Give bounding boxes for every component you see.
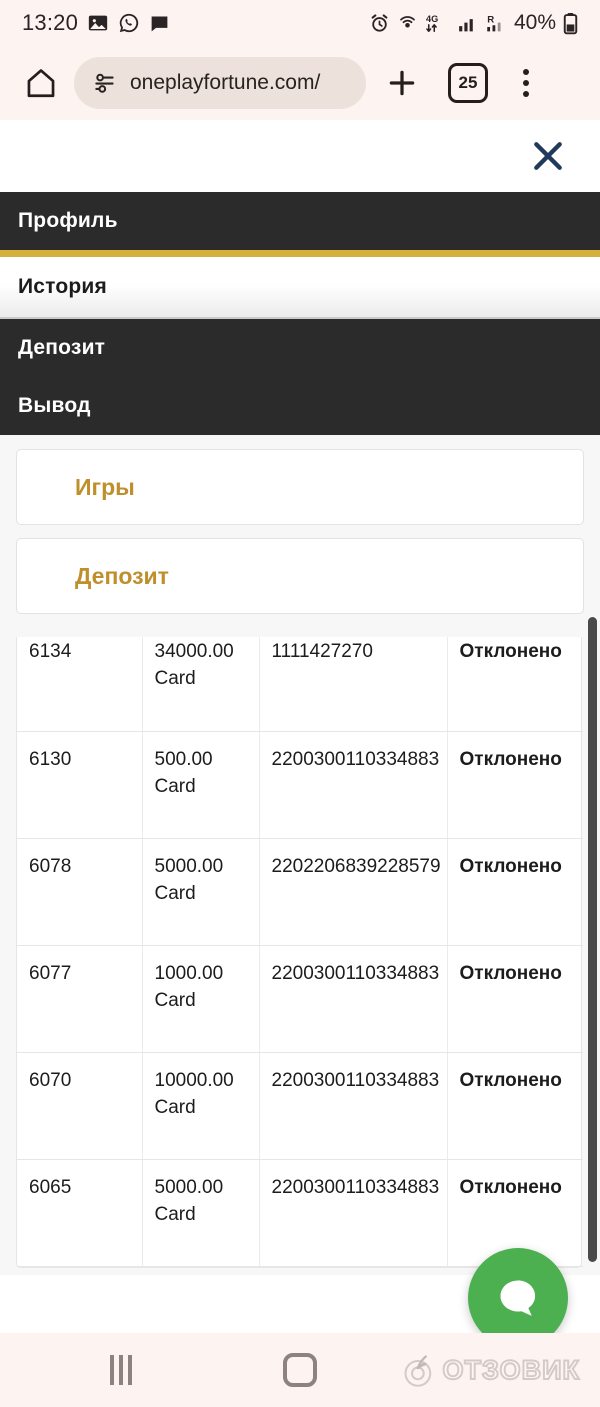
cell-id: 6077 <box>17 945 143 1053</box>
new-tab-button[interactable] <box>376 57 428 109</box>
payment-method: Card <box>154 668 196 689</box>
nav-item-label: Депозит <box>18 336 106 359</box>
web-page-content: Профиль История Депозит Вывод Игры Депоз… <box>0 120 600 1333</box>
svg-text:4G: 4G <box>426 14 438 24</box>
payment-method: Card <box>154 1203 196 1225</box>
battery-icon <box>563 12 578 35</box>
transactions-table-wrapper[interactable]: 6134 34000.00 Card 1111427270 Отклонено 6… <box>0 637 600 1275</box>
table-row[interactable]: 6077 1000.00 Card 2200300110334883 Отклон… <box>17 945 583 1053</box>
cell-id: 6070 <box>17 1052 143 1160</box>
site-settings-icon[interactable] <box>92 70 118 96</box>
amount-value: 1000.00 <box>154 962 224 984</box>
cell-id: 6134 <box>17 637 143 732</box>
card-deposit[interactable]: Депозит <box>16 538 584 614</box>
android-nav-bar: ОТЗОВИК <box>0 1333 600 1407</box>
tab-counter-button[interactable]: 25 <box>448 63 488 103</box>
nav-item-deposit[interactable]: Депозит <box>0 319 600 377</box>
transactions-table-body: 6134 34000.00 Card 1111427270 Отклонено 6… <box>17 637 583 1267</box>
table-row[interactable]: 6130 500.00 Card 2200300110334883 Отклоне… <box>17 731 583 839</box>
cell-amount: 10000.00 Card <box>142 1052 260 1160</box>
cell-account: 2200300110334883 <box>259 1052 448 1160</box>
svg-text:R: R <box>487 14 494 25</box>
transactions-table-card: 6134 34000.00 Card 1111427270 Отклонено 6… <box>16 637 583 1268</box>
nav-item-label: Профиль <box>18 209 118 232</box>
table-row[interactable]: 6078 5000.00 Card 2202206839228579 Отклон… <box>17 838 583 946</box>
mobile-data-icon: 4G <box>425 12 449 34</box>
cell-account: 2200300110334883 <box>259 731 448 839</box>
section-cards: Игры Депозит <box>0 435 600 637</box>
amount-value: 5000.00 <box>154 855 224 877</box>
amount-value: 34000.00 <box>154 641 234 662</box>
cell-amount: 34000.00 Card <box>142 637 260 732</box>
battery-percent-label: 40% <box>513 11 556 34</box>
accent-divider <box>0 250 600 257</box>
cell-amount: 5000.00 Card <box>142 838 260 946</box>
browser-toolbar: oneplayfortune.com/ 25 <box>0 46 600 120</box>
status-bar-right: 4G R 40% <box>369 11 578 35</box>
whatsapp-icon <box>118 12 140 34</box>
close-icon[interactable] <box>528 136 568 176</box>
otzovik-watermark-text: ОТЗОВИК <box>442 1354 580 1386</box>
table-row[interactable]: 6065 5000.00 Card 2200300110334883 Отклон… <box>17 1159 583 1267</box>
nav-item-withdraw[interactable]: Вывод <box>0 377 600 435</box>
table-row[interactable]: 6134 34000.00 Card 1111427270 Отклонено <box>17 637 583 732</box>
cell-status: Отклонено <box>447 838 583 946</box>
cell-status: Отклонено <box>447 731 583 839</box>
url-text: oneplayfortune.com/ <box>130 71 321 94</box>
home-circle-icon[interactable] <box>283 1353 317 1387</box>
nav-item-history[interactable]: История <box>0 257 600 319</box>
cell-account: 2202206839228579 <box>259 838 448 946</box>
kebab-menu-icon[interactable] <box>504 57 548 109</box>
payment-method: Card <box>154 775 196 797</box>
roaming-signal-icon: R <box>485 13 507 34</box>
card-games[interactable]: Игры <box>16 449 584 525</box>
cell-status: Отклонено <box>447 1052 583 1160</box>
address-bar[interactable]: oneplayfortune.com/ <box>74 57 366 109</box>
cell-status: Отклонено <box>447 945 583 1053</box>
otzovik-watermark: ОТЗОВИК <box>401 1352 580 1388</box>
status-bar-clock: 13:20 <box>22 10 79 35</box>
alarm-icon <box>369 13 390 34</box>
card-label: Депозит <box>75 562 169 589</box>
cell-id: 6130 <box>17 731 143 839</box>
overlay-header <box>0 120 600 192</box>
message-icon <box>149 13 170 34</box>
card-label: Игры <box>75 473 135 500</box>
cell-amount: 1000.00 Card <box>142 945 260 1053</box>
hotspot-icon <box>397 13 418 34</box>
amount-value: 500.00 <box>154 748 213 770</box>
otzovik-logo-icon <box>401 1352 437 1388</box>
cell-id: 6065 <box>17 1159 143 1267</box>
transactions-table: 6134 34000.00 Card 1111427270 Отклонено 6… <box>17 637 583 1267</box>
payment-method: Card <box>154 1096 196 1118</box>
cell-amount: 5000.00 Card <box>142 1159 260 1267</box>
page-scrollbar[interactable] <box>588 617 597 1262</box>
nav-item-label: Вывод <box>18 394 91 417</box>
recents-icon[interactable] <box>110 1355 132 1385</box>
status-bar-left: 13:20 <box>22 10 170 36</box>
android-status-bar: 13:20 4G R 40% <box>0 0 600 46</box>
cell-account: 2200300110334883 <box>259 945 448 1053</box>
payment-method: Card <box>154 882 196 904</box>
cell-account: 1111427270 <box>259 637 448 732</box>
home-icon[interactable] <box>18 60 64 106</box>
account-nav-menu: Профиль История Депозит Вывод <box>0 192 600 435</box>
cell-id: 6078 <box>17 838 143 946</box>
table-row[interactable]: 6070 10000.00 Card 2200300110334883 Откло… <box>17 1052 583 1160</box>
payment-method: Card <box>154 989 196 1011</box>
signal-icon <box>456 13 478 34</box>
nav-item-label: История <box>18 275 107 298</box>
cell-amount: 500.00 Card <box>142 731 260 839</box>
cell-account: 2200300110334883 <box>259 1159 448 1267</box>
amount-value: 5000.00 <box>154 1176 224 1198</box>
nav-item-profile[interactable]: Профиль <box>0 192 600 250</box>
gallery-icon <box>87 12 109 34</box>
cell-status: Отклонено <box>447 637 583 732</box>
amount-value: 10000.00 <box>154 1069 234 1091</box>
